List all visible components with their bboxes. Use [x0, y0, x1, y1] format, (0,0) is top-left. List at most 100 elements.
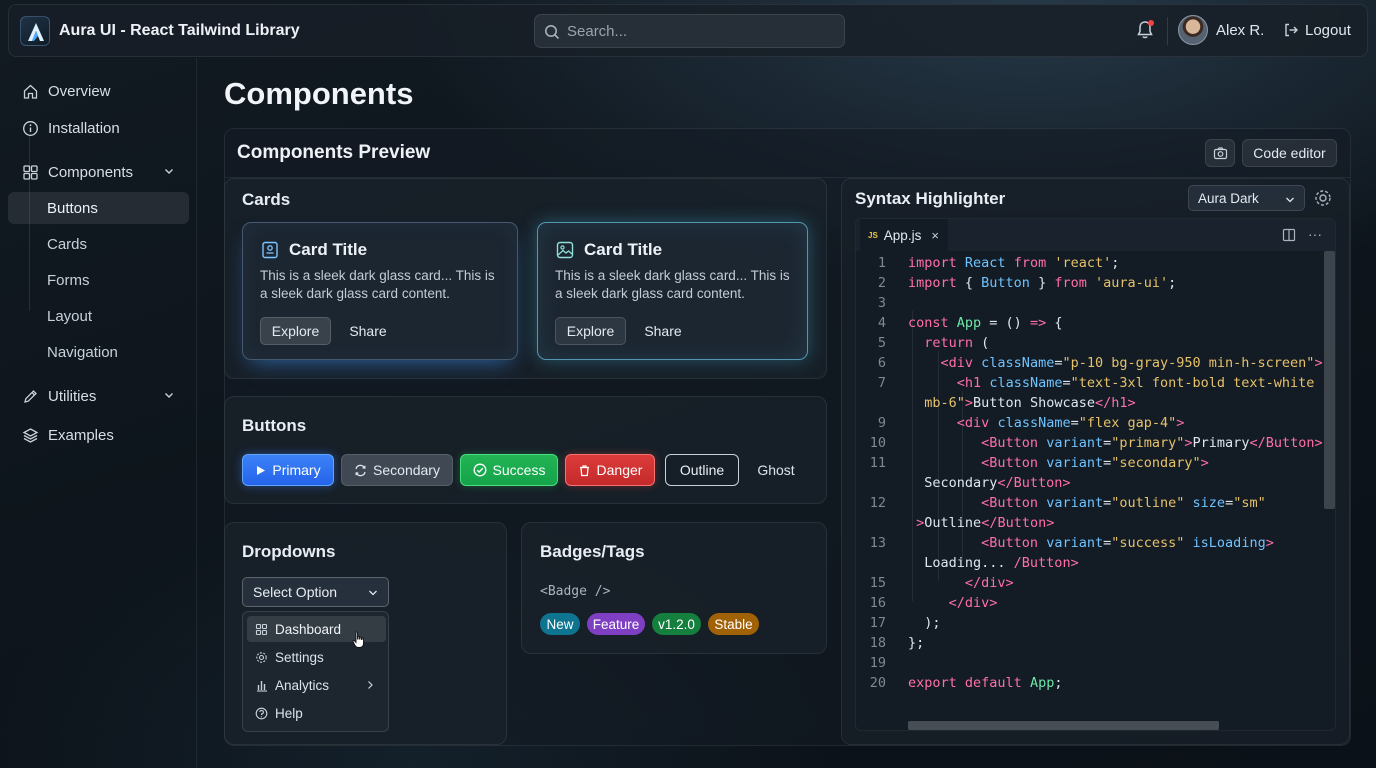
gear-icon[interactable]	[1313, 188, 1333, 208]
sidebar-item-label: Components	[48, 163, 134, 181]
badge-feature: Feature	[587, 613, 645, 635]
help-icon	[255, 707, 268, 719]
code-editor-button[interactable]: Code editor	[1242, 139, 1337, 167]
js-file-icon: JS	[868, 230, 878, 240]
horizontal-scrollbar[interactable]	[908, 721, 1219, 730]
chevron-down-icon	[1286, 197, 1294, 203]
id-badge-icon	[262, 241, 278, 259]
badge-version: v1.2.0	[652, 613, 701, 635]
card-text: This is a sleek dark glass card... This …	[260, 268, 495, 301]
top-bar: Aura UI - React Tailwind Library Alex R.…	[8, 4, 1368, 57]
sidebar-item-label: Examples	[48, 426, 114, 444]
screenshot-button[interactable]	[1205, 139, 1235, 167]
menu-item-label: Analytics	[275, 677, 330, 693]
chevron-down-icon	[165, 393, 173, 398]
app-title: Aura UI - React Tailwind Library	[59, 22, 300, 39]
split-editor-icon[interactable]	[1282, 228, 1296, 242]
sidebar-item-overview[interactable]: Overview	[8, 75, 189, 107]
sidebar-item-forms[interactable]: Forms	[8, 264, 189, 296]
sidebar-item-utilities[interactable]: Utilities	[8, 380, 189, 412]
grid-icon	[255, 623, 268, 635]
vertical-scrollbar[interactable]	[1324, 251, 1335, 509]
dropdown-menu: Dashboard Settings Analytics Help	[242, 611, 389, 732]
sidebar-item-cards[interactable]: Cards	[8, 228, 189, 260]
select-dropdown[interactable]: Select Option	[242, 577, 389, 607]
card: Card Title This is a sleek dark glass ca…	[242, 222, 518, 360]
search-icon	[545, 25, 560, 40]
play-icon	[257, 465, 266, 475]
button-label: Outline	[679, 462, 725, 478]
menu-item-help[interactable]: Help	[247, 700, 386, 726]
layers-icon	[22, 427, 39, 443]
badges-section-title: Badges/Tags	[540, 542, 645, 561]
button-label: Secondary	[373, 462, 440, 478]
sidebar-item-layout[interactable]: Layout	[8, 300, 189, 332]
explore-button[interactable]: Explore	[260, 317, 331, 345]
tab-label: App.js	[883, 227, 922, 243]
logout-button[interactable]: Logout	[1283, 19, 1351, 41]
chevron-down-icon	[369, 590, 377, 596]
ghost-button[interactable]: Ghost	[746, 454, 806, 486]
dropdowns-section-title: Dropdowns	[242, 542, 336, 561]
syntax-highlighter-title: Syntax Highlighter	[855, 189, 1006, 208]
share-button[interactable]: Share	[339, 317, 397, 345]
danger-button[interactable]: Danger	[565, 454, 655, 486]
button-label: Primary	[272, 462, 321, 478]
page-title: Components	[224, 76, 414, 111]
sidebar-item-label: Installation	[48, 119, 120, 137]
sidebar-item-navigation[interactable]: Navigation	[8, 336, 189, 368]
button-label: Success	[492, 462, 546, 478]
buttons-section-title: Buttons	[242, 416, 307, 435]
home-icon	[23, 84, 38, 99]
badge-stable: Stable	[708, 613, 759, 635]
chevron-right-icon	[368, 681, 373, 689]
bar-chart-icon	[257, 680, 267, 692]
menu-item-label: Settings	[275, 649, 324, 665]
code-editor[interactable]: JS App.js × ··· 1 import React from 'reac…	[855, 218, 1336, 731]
button-label: Ghost	[757, 462, 795, 478]
badge-code-sample: <Badge />	[540, 584, 611, 599]
search-bar[interactable]	[534, 14, 845, 48]
notification-bell-icon[interactable]	[1134, 19, 1156, 41]
card-title: Card Title	[289, 240, 368, 259]
gear-icon	[256, 651, 267, 663]
card: Card Title This is a sleek dark glass ca…	[537, 222, 808, 360]
primary-button[interactable]: Primary	[242, 454, 334, 486]
close-icon[interactable]: ×	[931, 228, 939, 243]
aura-logo-icon[interactable]	[20, 16, 50, 46]
refresh-icon	[355, 464, 366, 476]
trash-icon	[579, 464, 589, 476]
share-button[interactable]: Share	[634, 317, 692, 345]
avatar[interactable]	[1178, 15, 1208, 45]
menu-item-analytics[interactable]: Analytics	[247, 672, 386, 698]
sidebar-item-buttons[interactable]: Buttons	[8, 192, 189, 224]
card-title: Card Title	[584, 240, 663, 259]
info-icon	[23, 120, 38, 136]
pencil-icon	[24, 389, 37, 403]
check-circle-icon	[473, 463, 486, 477]
theme-select-label: Aura Dark	[1198, 190, 1259, 206]
explore-button[interactable]: Explore	[555, 317, 626, 345]
buttons-section	[224, 396, 827, 504]
logout-icon	[1285, 23, 1298, 37]
cards-section-title: Cards	[242, 190, 291, 209]
sidebar-item-label: Utilities	[48, 387, 97, 405]
more-options-icon[interactable]: ···	[1308, 226, 1322, 242]
sidebar-item-components[interactable]: Components	[8, 156, 189, 188]
chevron-down-icon	[165, 169, 173, 174]
select-label: Select Option	[253, 584, 338, 600]
notification-dot	[1148, 20, 1154, 26]
user-name[interactable]: Alex R.	[1216, 22, 1264, 39]
outline-button[interactable]: Outline	[665, 454, 739, 486]
secondary-button[interactable]: Secondary	[341, 454, 453, 486]
tab-app-js[interactable]: JS App.js ×	[860, 219, 948, 251]
image-icon	[556, 241, 574, 259]
theme-select[interactable]: Aura Dark	[1188, 185, 1305, 211]
sidebar-item-examples[interactable]: Examples	[8, 419, 189, 451]
search-input[interactable]	[567, 21, 837, 41]
card-text: This is a sleek dark glass card... This …	[555, 268, 790, 301]
preview-title: Components Preview	[237, 142, 431, 163]
divider	[1167, 17, 1168, 45]
sidebar-item-installation[interactable]: Installation	[8, 112, 189, 144]
success-button[interactable]: Success	[460, 454, 558, 486]
